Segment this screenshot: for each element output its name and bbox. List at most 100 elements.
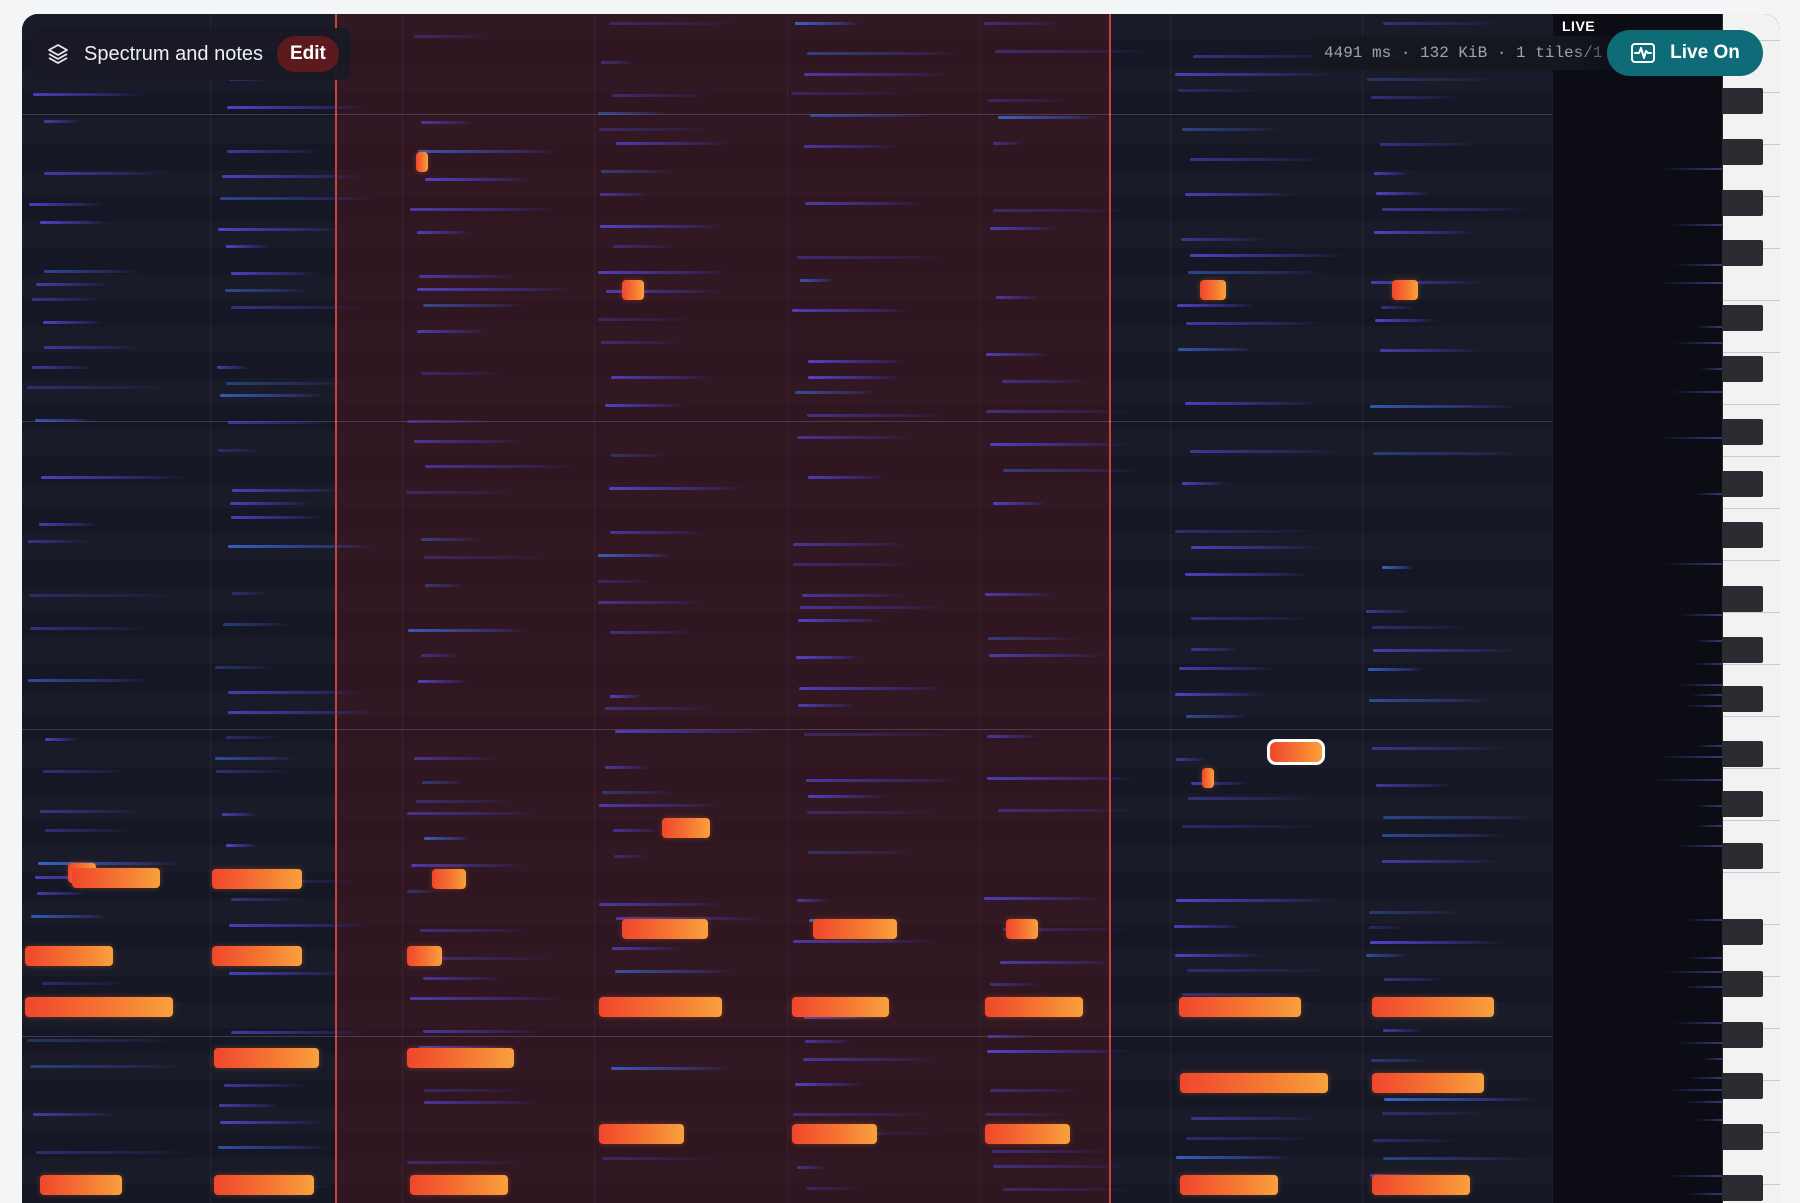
- note[interactable]: [212, 869, 302, 889]
- spectrum-streak: [1186, 322, 1325, 325]
- grid-line-vertical: [980, 14, 981, 1203]
- live-toggle-button[interactable]: Live On: [1607, 30, 1763, 76]
- spectrum-streak: [1382, 860, 1498, 863]
- white-key-divider: [1723, 300, 1780, 301]
- spectrum-streak: [231, 1031, 366, 1034]
- live-label: LIVE: [1562, 18, 1596, 34]
- note[interactable]: [813, 919, 897, 939]
- note[interactable]: [1372, 997, 1494, 1017]
- spectrum-streak: [45, 829, 129, 832]
- note[interactable]: [1372, 1175, 1470, 1195]
- time-selection[interactable]: [335, 14, 1111, 1203]
- spectrum-streak: [1182, 825, 1322, 828]
- spectrum-streak: [993, 1165, 1128, 1168]
- note[interactable]: [40, 1175, 122, 1195]
- note[interactable]: [599, 997, 722, 1017]
- spectrum-streak: [424, 556, 552, 559]
- white-key-divider: [1723, 872, 1780, 873]
- note[interactable]: [599, 1124, 684, 1144]
- note[interactable]: [662, 818, 710, 838]
- layers-icon[interactable]: [46, 42, 70, 66]
- note[interactable]: [407, 1048, 514, 1068]
- selected-note[interactable]: [1267, 739, 1325, 765]
- note[interactable]: [1392, 280, 1418, 300]
- black-key[interactable]: [1723, 919, 1763, 945]
- spectrum-streak: [793, 940, 942, 943]
- spectrum-streak: [1373, 649, 1519, 652]
- live-spectrum-streak: [1685, 1193, 1722, 1195]
- black-key[interactable]: [1723, 686, 1763, 712]
- black-key[interactable]: [1723, 471, 1763, 497]
- live-spectrum-streak: [1673, 1022, 1722, 1024]
- note[interactable]: [622, 280, 644, 300]
- black-key[interactable]: [1723, 356, 1763, 382]
- spectrum-streak: [406, 491, 517, 494]
- note[interactable]: [1372, 1073, 1484, 1093]
- note[interactable]: [214, 1175, 314, 1195]
- note[interactable]: [1202, 768, 1214, 788]
- black-key[interactable]: [1723, 741, 1763, 767]
- note[interactable]: [1006, 919, 1038, 939]
- spectrum-streak: [417, 288, 574, 291]
- note[interactable]: [25, 946, 113, 966]
- spectrum-streak: [36, 283, 110, 286]
- black-key[interactable]: [1723, 1022, 1763, 1048]
- spectrum-streak: [410, 208, 556, 211]
- spectrum-streak: [27, 386, 171, 389]
- black-key[interactable]: [1723, 843, 1763, 869]
- note[interactable]: [72, 868, 160, 888]
- spectrum-streak: [1182, 993, 1312, 996]
- spectrum-streak: [601, 341, 681, 344]
- note[interactable]: [214, 1048, 319, 1068]
- note[interactable]: [416, 152, 428, 172]
- spectrum-streak: [218, 449, 261, 452]
- spectrum-streak: [598, 112, 668, 115]
- black-key[interactable]: [1723, 88, 1763, 114]
- black-key[interactable]: [1723, 586, 1763, 612]
- spectrum-streak: [1383, 1157, 1525, 1160]
- black-key[interactable]: [1723, 1073, 1763, 1099]
- piano-keyboard[interactable]: [1722, 14, 1780, 1203]
- spectrum-streak: [987, 1050, 1133, 1053]
- black-key[interactable]: [1723, 419, 1763, 445]
- note[interactable]: [1179, 997, 1301, 1017]
- note[interactable]: [410, 1175, 508, 1195]
- black-key[interactable]: [1723, 971, 1763, 997]
- spectrum-streak: [803, 1058, 938, 1061]
- black-key[interactable]: [1723, 240, 1763, 266]
- black-key[interactable]: [1723, 1175, 1763, 1201]
- note[interactable]: [792, 997, 889, 1017]
- black-key[interactable]: [1723, 791, 1763, 817]
- black-key[interactable]: [1723, 522, 1763, 548]
- note[interactable]: [25, 997, 173, 1017]
- spectrum-streak: [1175, 693, 1263, 696]
- edit-button[interactable]: Edit: [277, 36, 339, 72]
- note[interactable]: [985, 1124, 1070, 1144]
- spectrum-streak: [421, 121, 476, 124]
- note[interactable]: [622, 919, 708, 939]
- note[interactable]: [407, 946, 442, 966]
- spectrum-streak: [1366, 954, 1407, 957]
- note[interactable]: [985, 997, 1083, 1017]
- spectrum-streak: [615, 970, 736, 973]
- spectrum-streak: [424, 837, 470, 840]
- live-spectrum-streak: [1657, 756, 1722, 758]
- live-spectrum-streak: [1679, 684, 1722, 686]
- black-key[interactable]: [1723, 305, 1763, 331]
- live-spectrum-streak: [1665, 563, 1722, 565]
- note[interactable]: [432, 869, 466, 889]
- black-key[interactable]: [1723, 139, 1763, 165]
- black-key[interactable]: [1723, 1124, 1763, 1150]
- spectrum-streak: [993, 142, 1023, 145]
- black-key[interactable]: [1723, 190, 1763, 216]
- black-key[interactable]: [1723, 637, 1763, 663]
- spectrum-streak: [602, 791, 677, 794]
- note[interactable]: [792, 1124, 877, 1144]
- note[interactable]: [1200, 280, 1226, 300]
- note[interactable]: [1180, 1175, 1278, 1195]
- spectrum-streak: [29, 594, 178, 597]
- note[interactable]: [212, 946, 302, 966]
- spectrum-canvas[interactable]: [22, 14, 1722, 1203]
- spectrum-streak: [37, 892, 88, 895]
- note[interactable]: [1180, 1073, 1328, 1093]
